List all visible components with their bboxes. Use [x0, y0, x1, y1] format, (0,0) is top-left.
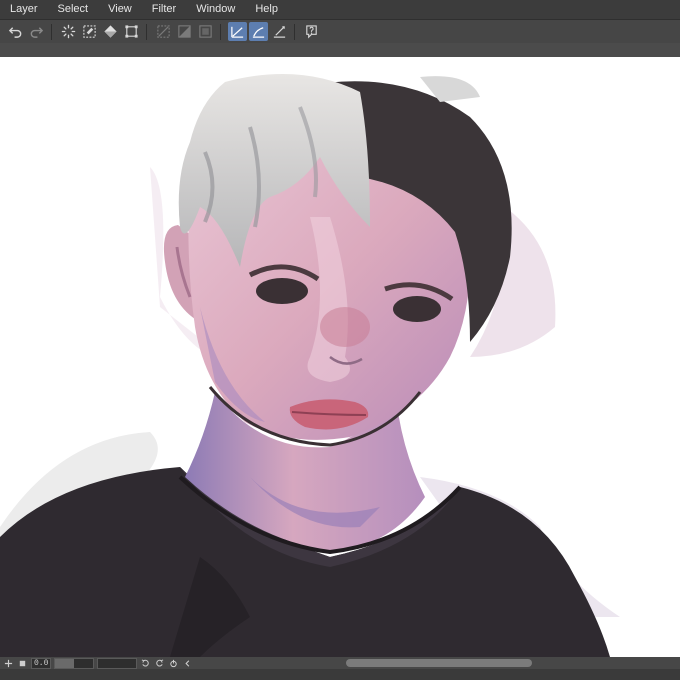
- snap-grid-icon: [273, 26, 286, 38]
- busy-spinner-button[interactable]: [59, 22, 78, 41]
- snap-grid-button[interactable]: [270, 22, 289, 41]
- selection-frame-icon: [199, 25, 212, 38]
- window-bottom-edge: [0, 669, 680, 680]
- reset-rotation-icon: [170, 659, 177, 667]
- menu-bar: Layer Select View Filter Window Help: [0, 0, 680, 19]
- zoom-slider[interactable]: [54, 657, 95, 669]
- selection-fill-icon: [178, 25, 191, 38]
- drawing-canvas[interactable]: [0, 57, 680, 657]
- toolbar-divider: [146, 23, 147, 40]
- chevron-left-icon: [185, 659, 190, 667]
- toolbar-divider: [220, 23, 221, 40]
- menu-window[interactable]: Window: [186, 0, 245, 19]
- menu-select[interactable]: Select: [48, 0, 99, 19]
- selection-outside-button[interactable]: [154, 22, 173, 41]
- transform-icon: [125, 25, 138, 38]
- toolbar-gap: [0, 43, 680, 57]
- add-button[interactable]: [2, 658, 14, 668]
- rotation-slider[interactable]: [97, 657, 138, 669]
- collapse-button[interactable]: [181, 658, 193, 668]
- menu-view[interactable]: View: [98, 0, 142, 19]
- selection-frame-button[interactable]: [196, 22, 215, 41]
- selection-outside-icon: [157, 25, 170, 38]
- reset-rotation-button[interactable]: [167, 658, 179, 668]
- snap-special-ruler-icon: [252, 27, 265, 38]
- menu-filter[interactable]: Filter: [142, 0, 186, 19]
- busy-spinner-icon: [61, 24, 76, 39]
- selection-fill-button[interactable]: [175, 22, 194, 41]
- fill-button[interactable]: [101, 22, 120, 41]
- toolbar-divider: [294, 23, 295, 40]
- redo-button[interactable]: [27, 22, 46, 41]
- rotate-left-icon: [141, 658, 149, 666]
- menu-layer[interactable]: Layer: [0, 0, 48, 19]
- clear-layer-icon: [83, 25, 96, 38]
- stop-button[interactable]: [16, 658, 28, 668]
- status-bar: 0.0: [0, 657, 680, 669]
- rotate-left-button[interactable]: [139, 658, 151, 668]
- coordinate-readout: 0.0: [31, 657, 52, 669]
- clear-layer-button[interactable]: [80, 22, 99, 41]
- snap-ruler-button[interactable]: [228, 22, 247, 41]
- redo-icon: [30, 27, 44, 38]
- transform-button[interactable]: [122, 22, 141, 41]
- rotate-right-icon: [156, 658, 164, 666]
- horizontal-scrollbar[interactable]: [346, 659, 532, 667]
- plus-icon: [4, 659, 12, 667]
- undo-icon: [8, 27, 22, 38]
- undo-button[interactable]: [6, 22, 25, 41]
- menu-help[interactable]: Help: [245, 0, 288, 19]
- help-button[interactable]: [302, 22, 321, 41]
- snap-ruler-icon: [231, 26, 244, 38]
- rotate-right-button[interactable]: [153, 658, 165, 668]
- command-bar: [0, 19, 680, 43]
- fill-icon: [104, 25, 117, 38]
- zoom-slider-fill: [55, 658, 75, 668]
- help-icon: [306, 25, 317, 39]
- painting-artwork: [0, 74, 620, 657]
- square-icon: [19, 660, 25, 666]
- snap-special-ruler-button[interactable]: [249, 22, 268, 41]
- toolbar-divider: [51, 23, 52, 40]
